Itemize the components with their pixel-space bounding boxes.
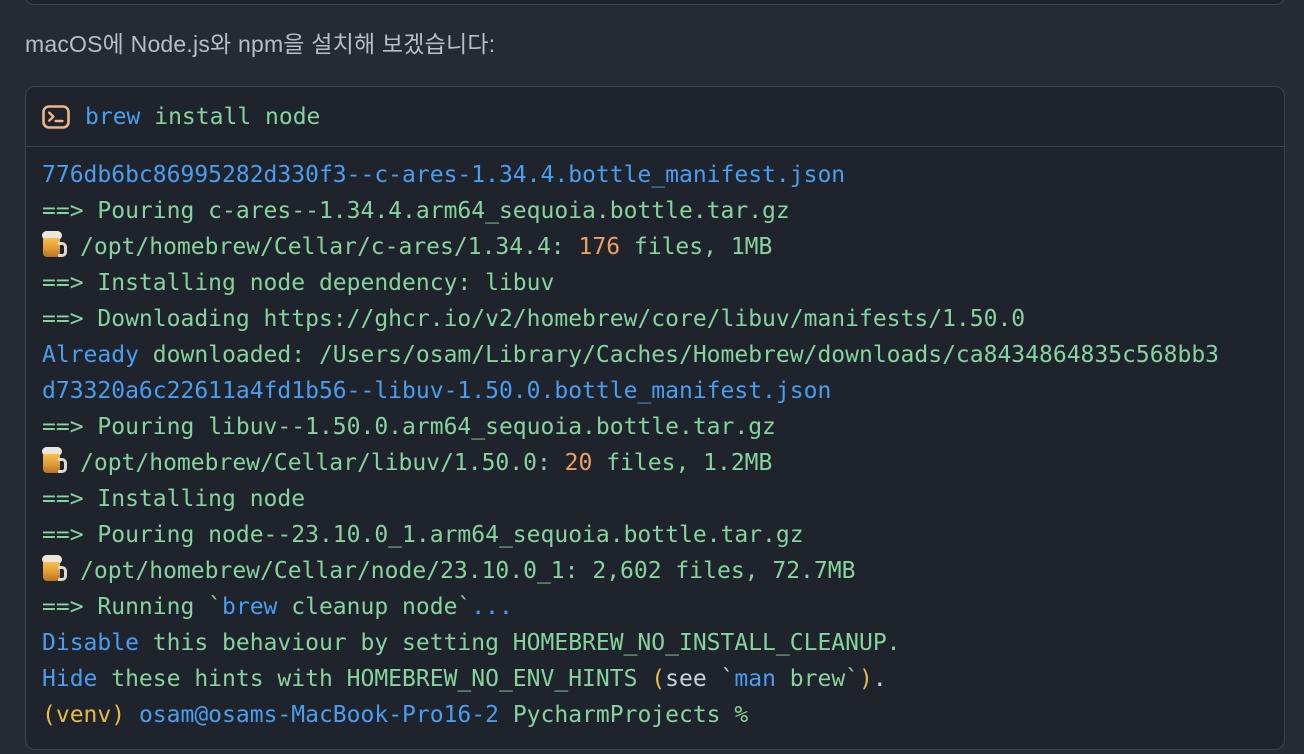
terminal-code-block: brew install node 776db6bc86995282d330f3… — [25, 86, 1285, 750]
output-text-segment: brew — [222, 594, 278, 620]
output-text-segment: brew — [85, 103, 141, 130]
terminal-output-line: d73320a6c22611a4fd1b56--libuv-1.50.0.bot… — [42, 373, 1268, 409]
output-text-segment: /opt/homebrew/Cellar/libuv/1.50.0: — [80, 450, 565, 476]
output-text-segment: ... — [471, 594, 513, 620]
output-text-segment: (venv) — [42, 702, 126, 728]
previous-code-block-bottom-edge — [25, 0, 1285, 5]
output-text-segment: ==> Installing node dependency: libuv — [42, 270, 555, 296]
output-text-segment: ==> Downloading https://ghcr.io/v2/homeb… — [42, 306, 1026, 332]
output-text-segment: ==> Pouring libuv--1.50.0.arm64_sequoia.… — [42, 414, 776, 440]
output-text-segment: files, 1.2MB — [592, 450, 773, 476]
output-text-segment: Hide — [42, 666, 98, 692]
terminal-output-line: (venv) osam@osams-MacBook-Pro16-2 Pychar… — [42, 697, 1268, 733]
output-text-segment: ==> Installing node — [42, 486, 306, 512]
output-text-segment: downloaded: /Users/osam/Library/Caches/H… — [138, 342, 1220, 368]
output-text-segment: osam@osams-MacBook-Pro16-2 — [125, 702, 499, 728]
output-text-segment: Disable — [42, 630, 139, 656]
output-text-segment: ( — [651, 666, 666, 692]
output-text-segment: . — [872, 666, 887, 692]
output-text-segment: ) — [859, 666, 873, 692]
terminal-output-line: Disable this behaviour by setting HOMEBR… — [42, 625, 1268, 661]
terminal-output-line: Already downloaded: /Users/osam/Library/… — [42, 337, 1268, 373]
terminal-output-line: Hide these hints with HOMEBREW_NO_ENV_HI… — [42, 661, 1268, 697]
terminal-output-line: ==> Pouring c-ares--1.34.4.arm64_sequoia… — [42, 193, 1268, 229]
output-text-segment: 176 — [578, 234, 621, 260]
output-text-segment: ==> Pouring node--23.10.0_1.arm64_sequoi… — [42, 522, 804, 548]
beer-icon — [42, 231, 68, 259]
output-text-segment: ==> Running ` — [42, 594, 223, 620]
terminal-output-line: ==> Pouring libuv--1.50.0.arm64_sequoia.… — [42, 409, 1268, 445]
terminal-output-line: /opt/homebrew/Cellar/libuv/1.50.0: 20 fi… — [42, 445, 1268, 481]
output-text-segment: 776db6bc86995282d330f3--c-ares-1.34.4.bo… — [42, 162, 846, 188]
intro-text: macOS에 Node.js와 npm을 설치해 보겠습니다: — [25, 31, 496, 57]
terminal-output-line: ==> Installing node dependency: libuv — [42, 265, 1268, 301]
terminal-output-line: ==> Downloading https://ghcr.io/v2/homeb… — [42, 301, 1268, 337]
terminal-header: brew install node — [26, 87, 1284, 147]
output-text-segment: d73320a6c22611a4fd1b56--libuv-1.50.0.bot… — [42, 378, 832, 404]
output-text-segment: ==> Pouring c-ares--1.34.4.arm64_sequoia… — [42, 198, 790, 224]
output-text-segment: /opt/homebrew/Cellar/node/23.10.0_1: 2,6… — [80, 558, 856, 584]
output-text-segment: files, 1MB — [620, 234, 773, 260]
terminal-icon — [42, 104, 70, 129]
output-text-segment: 20 — [564, 450, 593, 476]
terminal-output-line: 776db6bc86995282d330f3--c-ares-1.34.4.bo… — [42, 157, 1268, 193]
terminal-output-line: ==> Pouring node--23.10.0_1.arm64_sequoi… — [42, 517, 1268, 553]
terminal-output-line: /opt/homebrew/Cellar/c-ares/1.34.4: 176 … — [42, 229, 1268, 265]
output-text-segment: this behaviour by setting HOMEBREW_NO_IN… — [138, 630, 901, 656]
beer-icon — [42, 447, 68, 475]
output-text-segment: Already — [42, 342, 139, 368]
output-text-segment: see ` — [665, 666, 735, 692]
output-text-segment: install node — [140, 103, 321, 130]
output-text-segment: cleanup node` — [277, 594, 472, 620]
output-text-segment: man — [734, 666, 776, 692]
terminal-command: brew install node — [85, 104, 320, 130]
beer-icon — [42, 555, 68, 583]
output-text-segment: PycharmProjects % — [498, 702, 749, 728]
terminal-output-line: /opt/homebrew/Cellar/node/23.10.0_1: 2,6… — [42, 553, 1268, 589]
output-text-segment: brew` — [775, 666, 860, 692]
terminal-output-line: ==> Running `brew cleanup node`... — [42, 589, 1268, 625]
output-text-segment: /opt/homebrew/Cellar/c-ares/1.34.4: — [80, 234, 579, 260]
output-text-segment: these hints with HOMEBREW_NO_ENV_HINTS — [97, 666, 652, 692]
terminal-output: 776db6bc86995282d330f3--c-ares-1.34.4.bo… — [26, 147, 1284, 749]
terminal-output-line: ==> Installing node — [42, 481, 1268, 517]
